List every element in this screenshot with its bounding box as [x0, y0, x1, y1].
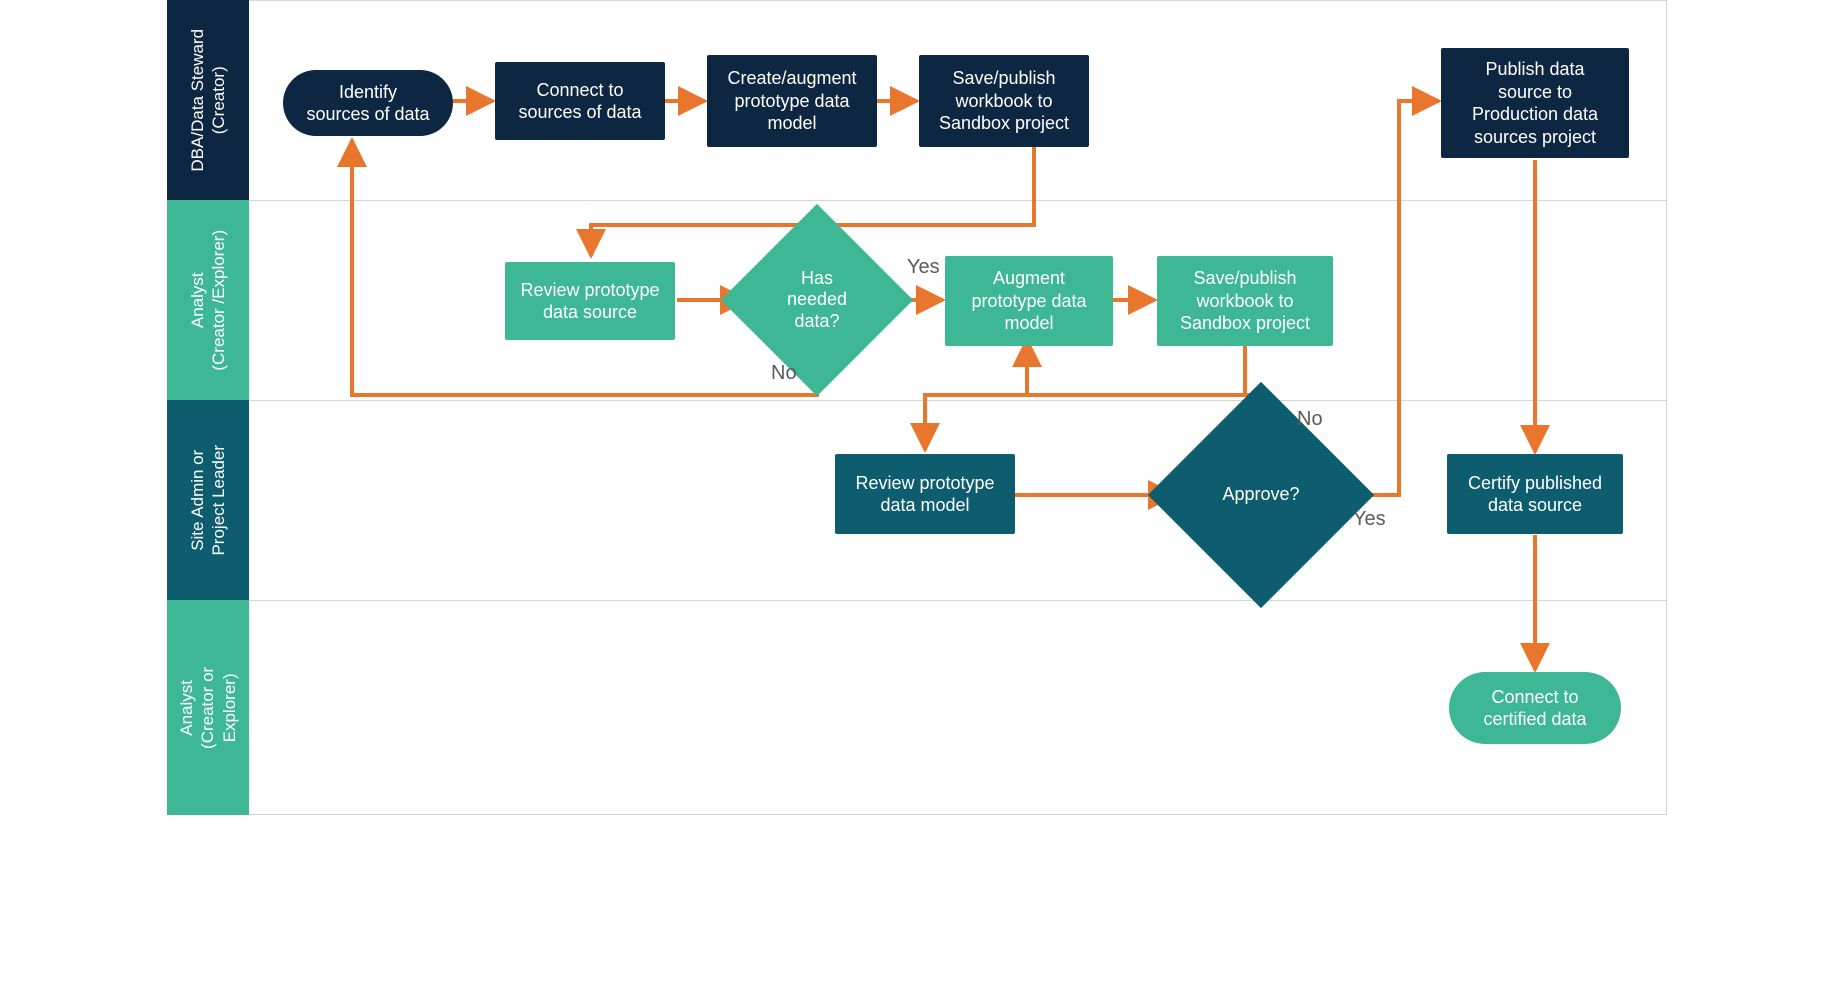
- node-save-sandbox-2: Save/publish workbook to Sandbox project: [1157, 256, 1333, 346]
- node-publish-prod: Publish data source to Production data s…: [1441, 48, 1629, 158]
- role-analyst-1: Analyst (Creator /Explorer): [167, 200, 249, 400]
- role-analyst-2: Analyst (Creator or Explorer): [167, 600, 249, 815]
- lane-border-1: [249, 200, 1667, 201]
- node-publish-prod-label: Publish data source to Production data s…: [1472, 58, 1598, 148]
- node-review-src: Review prototype data source: [505, 262, 675, 340]
- node-augment-label: Augment prototype data model: [971, 267, 1086, 335]
- role-admin: Site Admin or Project Leader: [167, 400, 249, 600]
- node-has-data-label: Has needed data?: [787, 268, 847, 333]
- node-review-model: Review prototype data model: [835, 454, 1015, 534]
- lane-border-top: [249, 0, 1667, 1]
- lane-border-3: [249, 600, 1667, 601]
- role-dba-label: DBA/Data Steward (Creator): [187, 29, 230, 172]
- role-dba: DBA/Data Steward (Creator): [167, 0, 249, 200]
- node-augment: Augment prototype data model: [945, 256, 1113, 346]
- lane-border-2: [249, 400, 1667, 401]
- node-connect-cert: Connect to certified data: [1449, 672, 1621, 744]
- node-save-sandbox-2-label: Save/publish workbook to Sandbox project: [1180, 267, 1310, 335]
- node-review-model-label: Review prototype data model: [855, 472, 994, 517]
- node-create-model: Create/augment prototype data model: [707, 55, 877, 147]
- swimlane-diagram: DBA/Data Steward (Creator) Analyst (Crea…: [167, 0, 1667, 815]
- edge-label-yes-2: Yes: [1353, 508, 1386, 531]
- node-certify: Certify published data source: [1447, 454, 1623, 534]
- node-certify-label: Certify published data source: [1468, 472, 1602, 517]
- edge-label-no-2: No: [1297, 408, 1323, 431]
- node-approve-label: Approve?: [1222, 484, 1299, 506]
- node-connect-cert-label: Connect to certified data: [1483, 686, 1586, 731]
- role-analyst-1-label: Analyst (Creator /Explorer): [187, 230, 230, 371]
- node-review-src-label: Review prototype data source: [520, 279, 659, 324]
- lane-border-bottom: [249, 814, 1667, 815]
- edge-label-yes-1: Yes: [907, 256, 940, 279]
- lane-border-right: [1666, 0, 1667, 815]
- role-admin-label: Site Admin or Project Leader: [187, 445, 230, 556]
- node-has-data: Has needed data?: [749, 232, 885, 368]
- node-connect-label: Connect to sources of data: [518, 79, 641, 124]
- node-create-model-label: Create/augment prototype data model: [727, 67, 856, 135]
- node-connect: Connect to sources of data: [495, 62, 665, 140]
- node-save-sandbox-1-label: Save/publish workbook to Sandbox project: [939, 67, 1069, 135]
- role-analyst-2-label: Analyst (Creator or Explorer): [176, 666, 240, 748]
- node-save-sandbox-1: Save/publish workbook to Sandbox project: [919, 55, 1089, 147]
- node-approve: Approve?: [1181, 415, 1341, 575]
- node-identify: Identify sources of data: [283, 70, 453, 136]
- node-identify-label: Identify sources of data: [306, 81, 429, 126]
- edge-label-no-1: No: [771, 362, 797, 385]
